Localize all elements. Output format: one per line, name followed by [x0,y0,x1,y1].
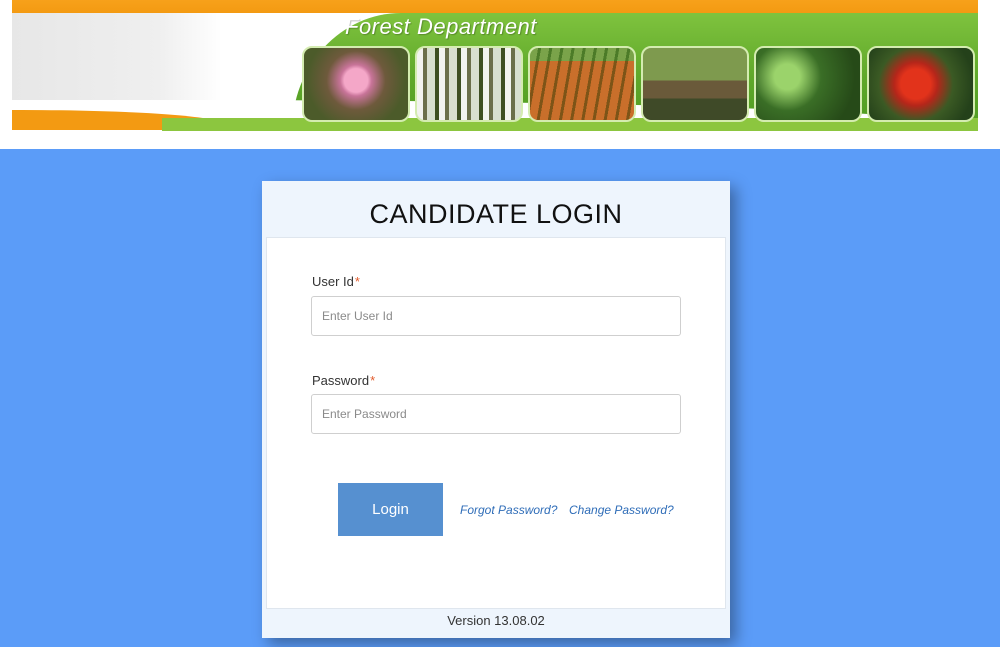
banner-orange-stripe [12,0,978,13]
banner-grey-panel [12,13,222,113]
change-password-link[interactable]: Change Password? [569,503,674,517]
password-label-text: Password [312,373,370,388]
required-marker: * [370,373,376,388]
forgot-password-link[interactable]: Forgot Password? [460,503,557,517]
flower-photo [302,46,410,122]
user-id-label-text: User Id [312,274,354,289]
login-heading: CANDIDATE LOGIN [369,199,623,229]
password-input[interactable] [311,394,681,434]
red-flowers-photo [867,46,975,122]
login-form: User Id* Password* Login Forgot Password… [266,237,726,609]
required-marker: * [354,274,360,289]
nursery-photo [641,46,749,122]
leaves-photo [754,46,862,122]
login-button[interactable]: Login [338,483,443,536]
password-label: Password* [312,373,375,388]
login-card: CANDIDATE LOGIN User Id* Password* Login… [262,181,730,638]
forest-trees-photo [415,46,523,122]
plantation-field-photo [528,46,636,122]
banner-title: Forest Department [345,14,537,39]
user-id-label: User Id* [312,274,360,289]
version-text: Version 13.08.02 [447,613,545,628]
user-id-input[interactable] [311,296,681,336]
header-banner: Forest Department [12,0,978,131]
